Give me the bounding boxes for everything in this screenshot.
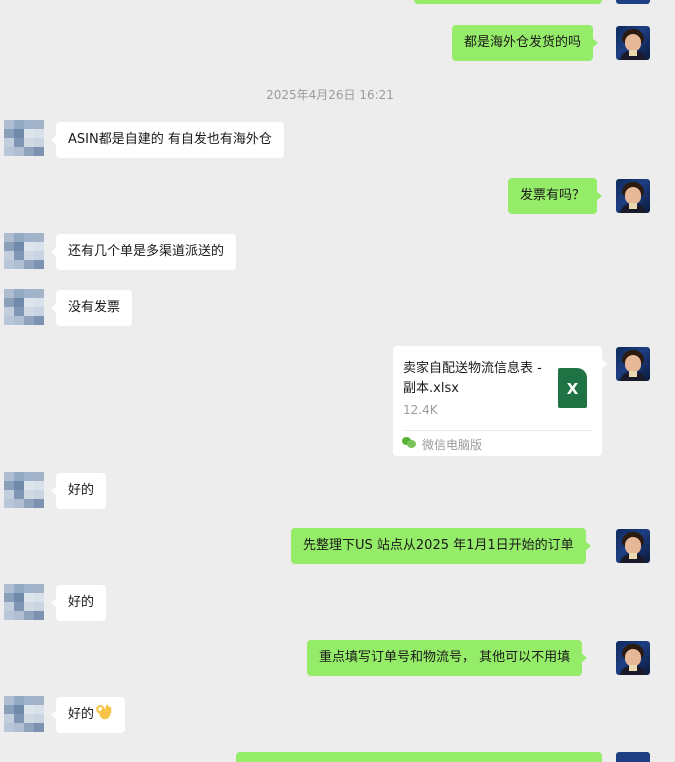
contact-avatar[interactable] [4, 289, 44, 325]
partial-avatar-bottom[interactable] [616, 752, 650, 762]
contact-avatar[interactable] [4, 233, 44, 269]
message-bubble-incoming[interactable]: ASIN都是自建的 有自发也有海外仓 [51, 122, 284, 158]
message-timestamp: 2025年4月26日 16:21 [266, 88, 394, 102]
message-text: 好的 [68, 707, 95, 722]
message-bubble-incoming[interactable]: 没有发票 [50, 290, 133, 326]
contact-avatar[interactable] [4, 696, 44, 732]
file-card-divider [403, 430, 592, 431]
file-source-label: 微信电脑版 [422, 438, 483, 452]
message-bubble-outgoing[interactable]: 重点填写订单号和物流号， 其他可以不用填 [307, 640, 588, 676]
message-bubble-incoming[interactable]: 好的 [50, 585, 107, 621]
partial-message-bottom[interactable] [236, 752, 602, 762]
partial-avatar-top[interactable] [616, 0, 650, 4]
message-bubble-outgoing[interactable]: 先整理下US 站点从2025 年1月1日开始的订单 [291, 528, 591, 564]
user-avatar[interactable] [616, 26, 650, 60]
contact-avatar[interactable] [4, 584, 44, 620]
wechat-icon [402, 437, 416, 449]
contact-avatar[interactable] [4, 120, 44, 156]
excel-file-icon: X [558, 368, 587, 408]
user-avatar[interactable] [616, 641, 650, 675]
ok-hand-emoji [96, 704, 112, 720]
partial-message-top[interactable] [414, 0, 602, 4]
user-avatar[interactable] [616, 179, 650, 213]
file-size: 12.4K [403, 403, 438, 417]
contact-avatar[interactable] [4, 472, 44, 508]
user-avatar[interactable] [616, 347, 650, 381]
message-bubble-incoming[interactable]: 好的 [50, 473, 107, 509]
message-bubble-incoming[interactable]: 好的 [50, 697, 126, 733]
user-avatar[interactable] [616, 529, 650, 563]
message-bubble-outgoing[interactable]: 都是海外仓发货的吗 [452, 25, 599, 61]
file-message-card[interactable]: 卖家自配送物流信息表 - 副本.xlsx 12.4K X 微信电脑版 [393, 346, 607, 456]
file-name: 卖家自配送物流信息表 - 副本.xlsx [403, 361, 542, 396]
message-bubble-outgoing[interactable]: 发票有吗？ [508, 178, 603, 214]
message-bubble-incoming[interactable]: 还有几个单是多渠道派送的 [50, 234, 237, 270]
